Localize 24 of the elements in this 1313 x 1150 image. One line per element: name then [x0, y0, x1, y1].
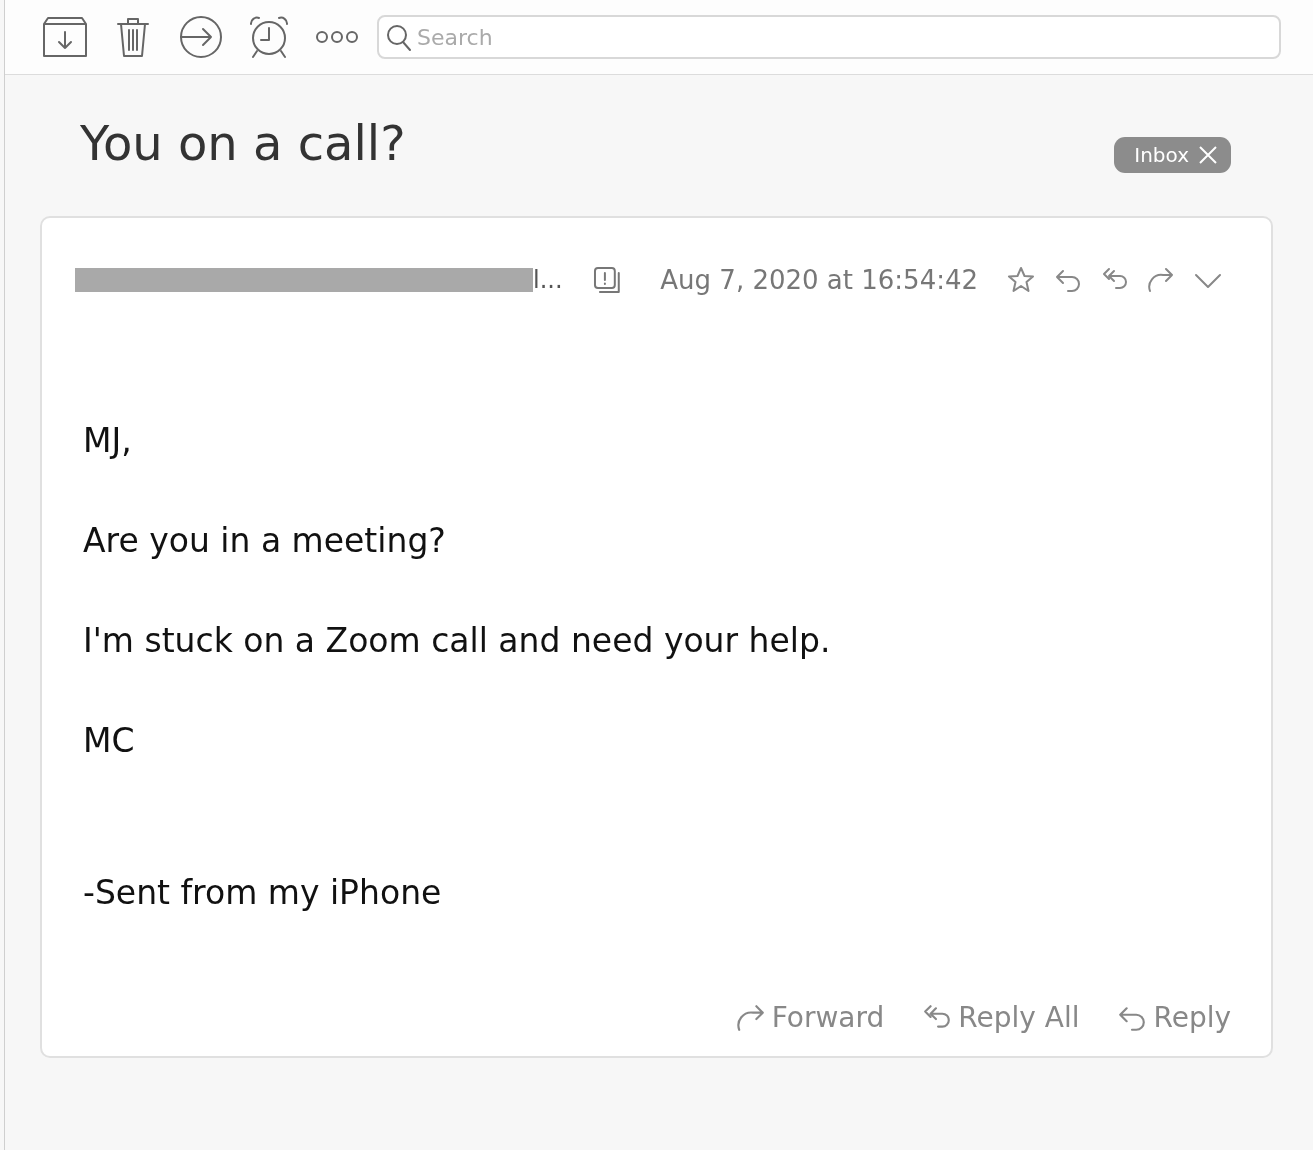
mailbox-tag: Inbox — [1114, 137, 1231, 173]
trash-icon — [116, 16, 150, 58]
forward-icon — [1147, 266, 1176, 294]
close-icon[interactable] — [1199, 146, 1217, 164]
search-field[interactable]: Search — [377, 15, 1281, 59]
message-alert-icon — [592, 266, 623, 294]
archive-box-icon — [42, 16, 88, 58]
message-text: I'm stuck on a Zoom call and need your help. — [83, 620, 832, 662]
email-subject: You on a call? — [80, 115, 406, 171]
more-icon — [315, 30, 359, 44]
message-text: MC — [83, 720, 136, 762]
forward-button[interactable]: Forward — [735, 1001, 885, 1034]
arrow-circle-icon — [179, 15, 223, 59]
search-icon — [386, 24, 412, 52]
email-signature: -Sent from my iPhone — [83, 872, 443, 914]
message-date: Aug 7, 2020 at 16:54:42 — [660, 265, 978, 295]
reply-all-button[interactable]: Reply All — [922, 1001, 1080, 1034]
alarm-clock-icon — [247, 15, 291, 59]
star-icon — [1007, 266, 1036, 294]
sender-name: l... — [533, 266, 563, 294]
forward-icon — [735, 1002, 766, 1033]
reply-button[interactable]: Reply — [1117, 1001, 1231, 1034]
message-text: Are you in a meeting? — [83, 520, 447, 562]
message-text: MJ, — [83, 420, 133, 462]
